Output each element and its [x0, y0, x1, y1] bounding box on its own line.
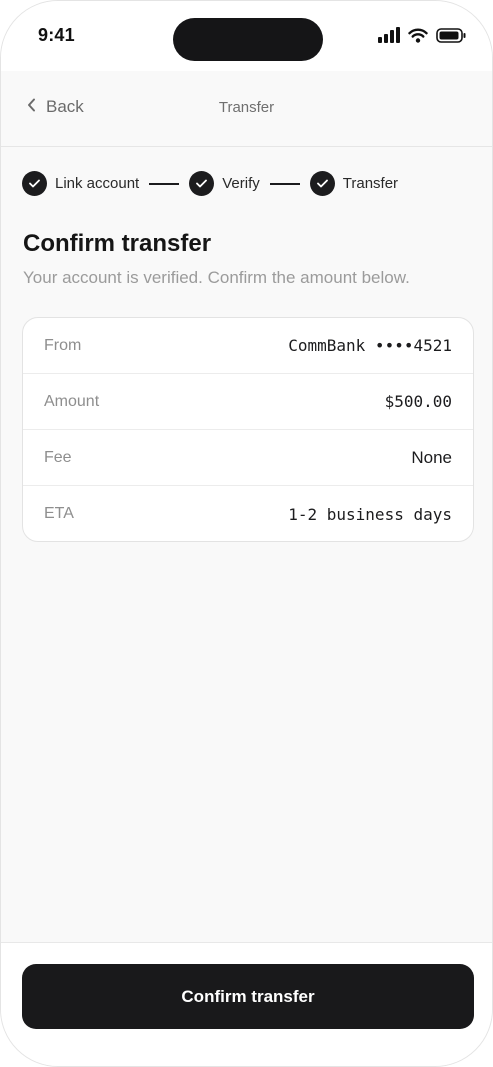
detail-value: CommBank ••••4521 — [288, 336, 452, 355]
battery-icon — [436, 27, 466, 48]
progress-stepper: Link account Verify Transfer — [22, 171, 398, 196]
phone-frame: 9:41 Transfer Back Link account Verify T… — [0, 0, 493, 1067]
step-label: Transfer — [342, 175, 399, 192]
step-transfer: Transfer — [309, 171, 399, 196]
transfer-details-card: From CommBank ••••4521 Amount $500.00 Fe… — [22, 317, 474, 542]
step-label: Verify — [222, 175, 260, 192]
check-icon — [189, 171, 215, 196]
step-connector — [269, 182, 300, 185]
dynamic-island — [173, 18, 323, 61]
page-subtitle: Your account is verified. Confirm the am… — [23, 268, 410, 287]
status-bar: 9:41 — [1, 1, 492, 71]
step-link-account: Link account — [22, 171, 139, 196]
step-label: Link account — [55, 175, 140, 192]
page-title: Confirm transfer — [23, 230, 212, 257]
status-icons — [378, 27, 466, 48]
navigation-bar: Transfer Back — [1, 71, 492, 147]
detail-label: Amount — [44, 392, 100, 410]
status-time: 9:41 — [38, 25, 75, 45]
check-icon — [22, 171, 47, 196]
detail-label: From — [44, 336, 82, 354]
detail-row-amount: Amount $500.00 — [23, 374, 473, 430]
detail-value: None — [411, 447, 452, 467]
back-button[interactable]: Back — [27, 97, 84, 117]
detail-row-fee: Fee None — [23, 430, 473, 486]
detail-row-eta: ETA 1-2 business days — [23, 486, 473, 541]
detail-value: $500.00 — [384, 392, 452, 411]
detail-row-from: From CommBank ••••4521 — [23, 318, 473, 374]
wifi-icon — [408, 28, 428, 48]
chevron-left-icon — [27, 98, 36, 117]
back-label: Back — [46, 97, 84, 116]
step-verify: Verify — [189, 171, 260, 196]
step-connector — [149, 182, 180, 185]
check-icon — [309, 171, 335, 196]
detail-label: Fee — [44, 448, 72, 466]
signal-icon — [378, 27, 400, 48]
detail-label: ETA — [44, 505, 74, 522]
footer-bar: Confirm transfer — [1, 942, 492, 1066]
detail-value: 1-2 business days — [288, 504, 452, 524]
confirm-transfer-button[interactable]: Confirm transfer — [22, 964, 474, 1029]
